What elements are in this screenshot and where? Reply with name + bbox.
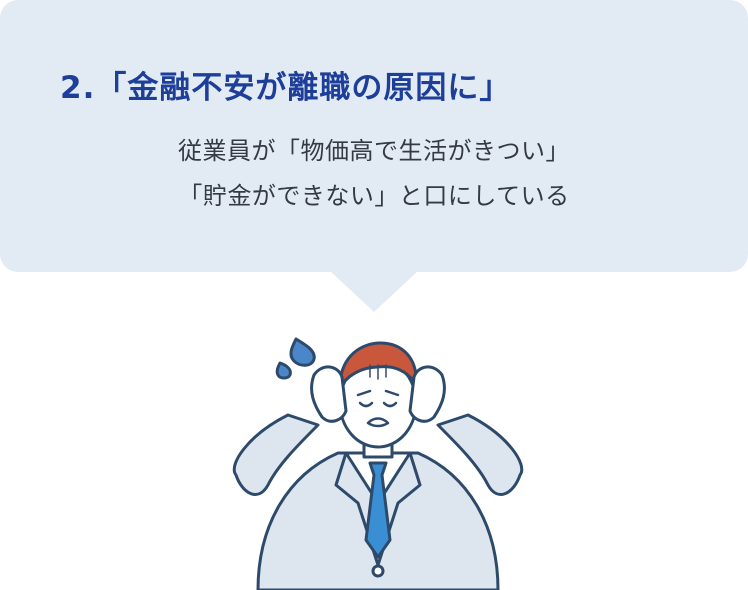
speech-bubble-tail [329, 270, 419, 312]
heading-title: 2.「金融不安が離職の原因に」 [60, 70, 512, 106]
subtitle-line-2: 「貯金ができない」と口にしている [178, 182, 570, 210]
sweat-drop-icon [275, 361, 292, 380]
subtitle-line-1: 従業員が「物価高で生活がきつい」 [178, 137, 570, 165]
sweat-drop-icon [289, 337, 316, 367]
mouth [366, 417, 390, 428]
stressed-businessman-icon [232, 337, 524, 590]
right-hand [408, 365, 446, 423]
left-hand [310, 365, 348, 423]
